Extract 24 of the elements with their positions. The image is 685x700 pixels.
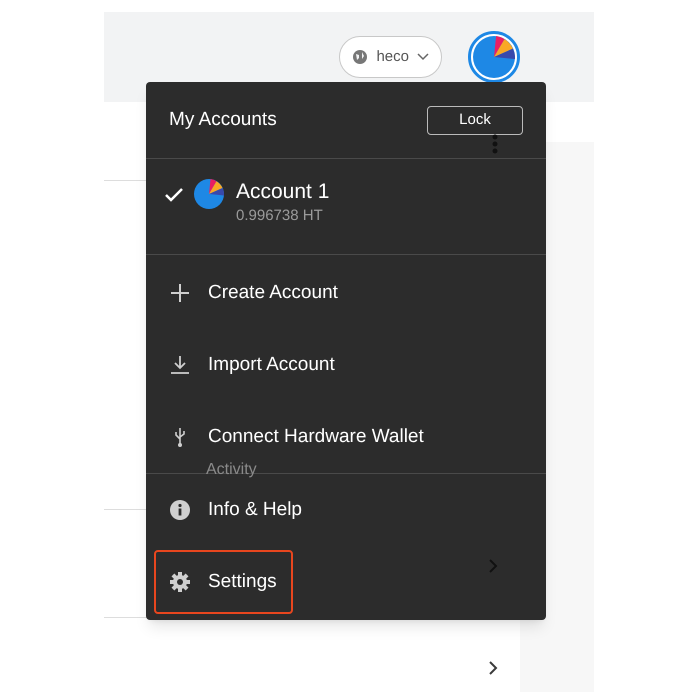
avatar-icon xyxy=(194,179,224,209)
account-row[interactable]: Account 1 0.996738 HT xyxy=(146,159,546,255)
info-icon xyxy=(170,500,190,520)
account-name: Account 1 xyxy=(236,179,330,205)
menu-item[interactable]: Create Account xyxy=(154,261,354,325)
menu-item[interactable]: Info & Help xyxy=(154,478,318,542)
menu-item[interactable]: Import Account xyxy=(154,333,351,397)
usb-icon xyxy=(174,427,186,447)
menu-item[interactable]: Settings xyxy=(154,550,293,614)
kebab-icon xyxy=(492,134,498,154)
download-icon xyxy=(170,355,190,375)
account-avatar[interactable] xyxy=(468,31,520,83)
settings-icon xyxy=(170,572,190,592)
globe-icon xyxy=(352,49,368,65)
chevron-right-icon xyxy=(488,660,498,676)
network-selector[interactable]: heco xyxy=(339,36,442,78)
chevron-down-icon xyxy=(417,53,429,61)
chevron-right-icon xyxy=(488,558,498,574)
menu-title: My Accounts xyxy=(169,108,277,132)
plus-icon xyxy=(170,283,190,303)
activity-tab-label: Activity xyxy=(206,461,257,479)
lock-button[interactable]: Lock xyxy=(427,106,523,134)
avatar-icon xyxy=(473,36,515,78)
account-balance: 0.996738 HT xyxy=(236,206,324,226)
